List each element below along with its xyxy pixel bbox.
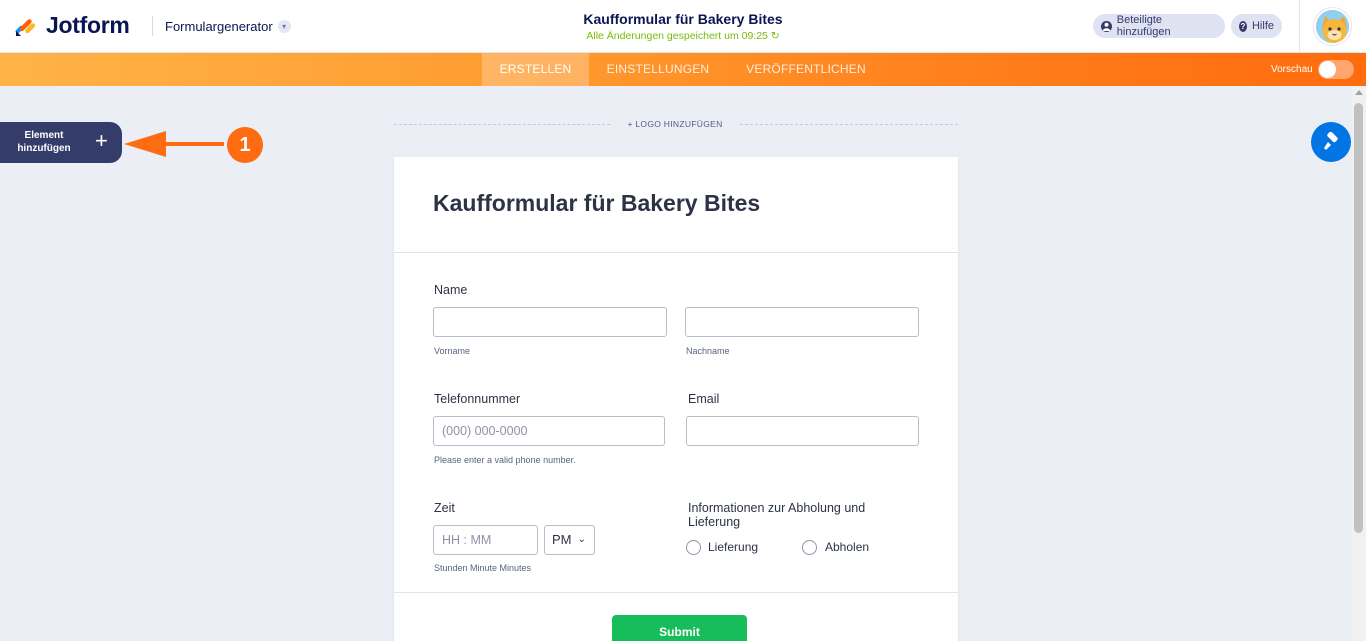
time-sublabel: Stunden Minute Minutes xyxy=(434,563,532,573)
ampm-select[interactable]: PM ⌄ xyxy=(544,525,595,555)
email-label: Email xyxy=(688,392,720,406)
save-status-text: Alle Änderungen gespeichert um 09:25 xyxy=(586,30,768,42)
refresh-icon: ↻ xyxy=(770,30,780,42)
radio-pickup[interactable] xyxy=(802,540,817,555)
logo-dashed-line-right xyxy=(740,124,958,125)
phone-input[interactable]: (000) 000-0000 xyxy=(433,416,665,446)
submit-button[interactable]: Submit xyxy=(612,615,747,641)
radio-delivery-label[interactable]: Lieferung xyxy=(708,540,758,554)
tab-publish[interactable]: VERÖFFENTLICHEN xyxy=(735,53,877,86)
email-input[interactable] xyxy=(686,416,919,446)
form-card: Kaufformular für Bakery Bites Name Vorna… xyxy=(394,157,958,641)
annotation-arrow-line xyxy=(160,142,224,146)
first-name-input[interactable] xyxy=(433,307,667,337)
time-label: Zeit xyxy=(434,501,455,515)
avatar[interactable] xyxy=(1314,8,1351,45)
first-name-sublabel: Vorname xyxy=(434,346,471,356)
preview-toggle-knob xyxy=(1319,61,1336,78)
radio-pickup-label[interactable]: Abholen xyxy=(825,540,869,554)
phone-label: Telefonnummer xyxy=(434,392,521,406)
paint-roller-icon xyxy=(1324,132,1338,150)
help-icon: ? xyxy=(1239,20,1247,32)
help-button[interactable]: ? Hilfe xyxy=(1231,14,1282,38)
top-header: Jotform Formulargenerator ▾ Kaufformular… xyxy=(0,0,1366,53)
add-logo-button[interactable]: + LOGO HINZUFÜGEN xyxy=(610,119,740,129)
add-participants-label: Beteiligte hinzufügen xyxy=(1116,14,1171,38)
scrollbar-thumb[interactable] xyxy=(1354,103,1363,533)
step-badge: 1 xyxy=(227,127,263,163)
time-input[interactable]: HH : MM xyxy=(433,525,538,555)
header-divider-right xyxy=(1299,0,1300,53)
pickup-label: Informationen zur Abholung und Lieferung xyxy=(688,501,866,529)
radio-delivery[interactable] xyxy=(686,540,701,555)
scroll-up-icon[interactable] xyxy=(1355,90,1363,95)
preview-label: Vorschau xyxy=(1271,64,1313,75)
heading-divider xyxy=(394,252,958,253)
last-name-sublabel: Nachname xyxy=(686,346,730,356)
logo-dashed-line-left xyxy=(394,124,610,125)
builder-nav: ERSTELLEN EINSTELLUNGEN VERÖFFENTLICHEN … xyxy=(0,53,1366,86)
user-icon xyxy=(1101,20,1112,32)
add-element-button[interactable]: Element hinzufügen + xyxy=(0,122,122,163)
add-element-label: Element hinzufügen xyxy=(17,130,71,154)
form-designer-button[interactable] xyxy=(1311,122,1351,162)
tab-build[interactable]: ERSTELLEN xyxy=(482,53,589,86)
plus-icon: + xyxy=(95,128,108,153)
add-participants-button[interactable]: Beteiligte hinzufügen xyxy=(1093,14,1225,38)
phone-sublabel: Please enter a valid phone number. xyxy=(434,455,576,465)
preview-toggle[interactable] xyxy=(1318,60,1354,79)
name-label: Name xyxy=(434,283,468,297)
tab-settings[interactable]: EINSTELLUNGEN xyxy=(595,53,721,86)
last-name-input[interactable] xyxy=(685,307,919,337)
chevron-down-icon: ⌄ xyxy=(577,534,586,545)
form-heading[interactable]: Kaufformular für Bakery Bites xyxy=(433,190,760,217)
ampm-value: PM xyxy=(552,532,572,547)
help-label: Hilfe xyxy=(1251,20,1274,32)
submit-divider xyxy=(394,592,958,593)
